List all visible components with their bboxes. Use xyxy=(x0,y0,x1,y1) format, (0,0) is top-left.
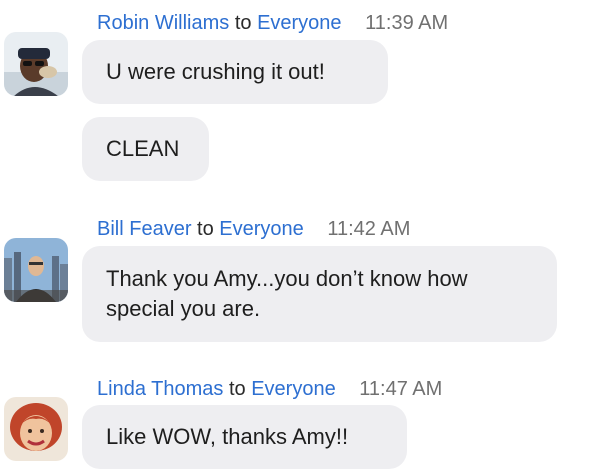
timestamp: 11:42 AM xyxy=(327,218,411,240)
avatar-photo-icon xyxy=(4,238,68,302)
to-label: to xyxy=(197,218,214,240)
avatar-photo-icon xyxy=(4,32,68,96)
message-bubble[interactable]: U were crushing it out! xyxy=(82,40,388,104)
timestamp: 11:39 AM xyxy=(365,12,449,34)
avatar-bill-feaver[interactable] xyxy=(4,238,68,302)
message-header: Linda Thomas to Everyone 11:47 AM xyxy=(97,377,442,401)
to-label: to xyxy=(234,12,252,34)
message-bubble[interactable]: Like WOW, thanks Amy!! xyxy=(82,405,407,469)
message-header: Robin Williams to Everyone 11:39 AM xyxy=(97,11,448,35)
message-bubble[interactable]: Thank you Amy...you don’t know how speci… xyxy=(82,246,557,342)
recipient-name[interactable]: Everyone xyxy=(219,218,304,240)
to-label: to xyxy=(228,378,246,400)
avatar-linda-thomas[interactable] xyxy=(4,397,68,461)
message-text: U were crushing it out! xyxy=(106,59,325,84)
message-bubble[interactable]: CLEAN xyxy=(82,117,209,181)
message-text: CLEAN xyxy=(106,136,180,161)
timestamp: 11:47 AM xyxy=(359,378,443,400)
message-header: Bill Feaver to Everyone 11:42 AM xyxy=(97,217,410,241)
message-text: Thank you Amy...you don’t know how speci… xyxy=(106,266,468,321)
sender-name[interactable]: Bill Feaver xyxy=(97,218,191,240)
avatar-robin-williams[interactable] xyxy=(4,32,68,96)
avatar-photo-icon xyxy=(4,397,68,461)
sender-name[interactable]: Linda Thomas xyxy=(97,378,223,400)
sender-name[interactable]: Robin Williams xyxy=(97,12,229,34)
message-text: Like WOW, thanks Amy!! xyxy=(106,424,349,449)
recipient-name[interactable]: Everyone xyxy=(257,12,342,34)
recipient-name[interactable]: Everyone xyxy=(251,378,336,400)
chat-transcript: Robin Williams to Everyone 11:39 AM U we… xyxy=(0,0,600,470)
